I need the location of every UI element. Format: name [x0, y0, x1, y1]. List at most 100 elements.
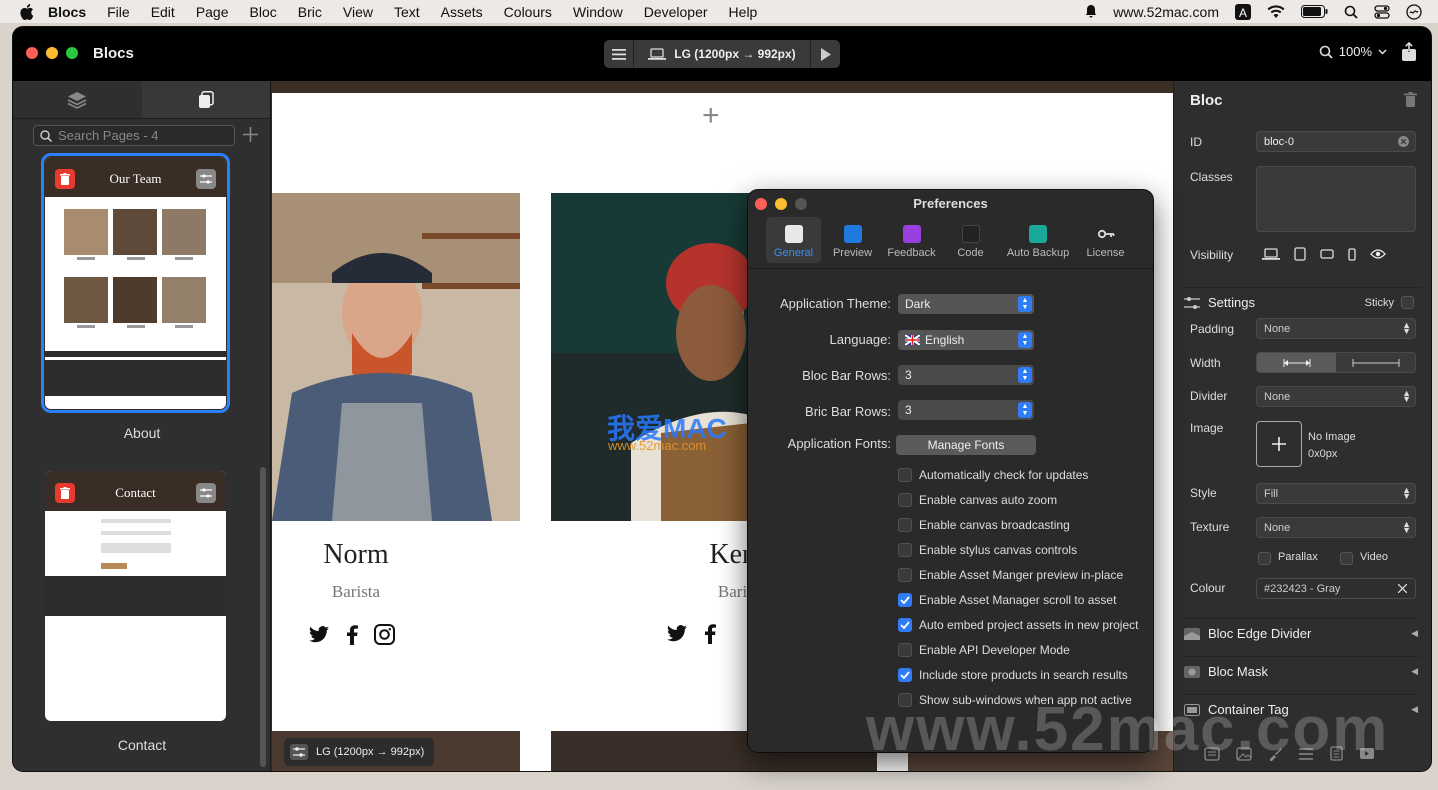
preview-play-button[interactable]: [810, 40, 840, 68]
member-name-norm[interactable]: Norm: [272, 539, 440, 571]
option-auto-embed[interactable]: Auto embed project assets in new project: [898, 618, 1138, 632]
tab-license[interactable]: License: [1078, 217, 1133, 263]
device-size-selector[interactable]: LG (1200px → 992px): [634, 40, 810, 68]
page-settings-icon[interactable]: [196, 169, 216, 189]
sticky-checkbox[interactable]: [1401, 296, 1414, 309]
desktop-visibility-icon[interactable]: [1262, 248, 1280, 260]
siri-icon[interactable]: [1406, 3, 1422, 20]
page-thumbnail-contact[interactable]: Contact: [45, 471, 226, 721]
delete-page-icon[interactable]: [55, 169, 75, 189]
apple-icon[interactable]: [20, 3, 34, 20]
option-canvas-auto-zoom[interactable]: Enable canvas auto zoom: [898, 493, 1057, 507]
option-api-developer[interactable]: Enable API Developer Mode: [898, 643, 1070, 657]
menu-file[interactable]: File: [107, 4, 130, 20]
minimize-window-button[interactable]: [46, 47, 58, 59]
tab-auto-backup[interactable]: Auto Backup: [1002, 217, 1074, 263]
team-photo-norm[interactable]: [272, 193, 520, 521]
menu-colours[interactable]: Colours: [504, 4, 552, 20]
menu-icon[interactable]: [604, 40, 634, 68]
tab-code[interactable]: Code: [943, 217, 998, 263]
colour-field[interactable]: #232423 - Gray: [1256, 578, 1416, 599]
classes-field[interactable]: [1256, 166, 1416, 232]
checkbox[interactable]: [898, 468, 912, 482]
zoom-window-button[interactable]: [66, 47, 78, 59]
phone-visibility-icon[interactable]: [1348, 247, 1356, 261]
image-well[interactable]: [1256, 421, 1302, 467]
checkbox[interactable]: [898, 543, 912, 557]
tab-feedback[interactable]: Feedback: [884, 217, 939, 263]
battery-icon[interactable]: [1301, 5, 1328, 18]
checkbox[interactable]: [898, 643, 912, 657]
width-full-option[interactable]: [1336, 353, 1415, 372]
instagram-icon[interactable]: [374, 624, 395, 648]
menu-developer[interactable]: Developer: [644, 4, 708, 20]
bloc-rows-select[interactable]: 3 ▲ ▼: [898, 365, 1034, 385]
menu-bric[interactable]: Bric: [298, 4, 322, 20]
menu-page[interactable]: Page: [196, 4, 229, 20]
clear-colour-icon[interactable]: [1398, 584, 1407, 593]
menu-assets[interactable]: Assets: [441, 4, 483, 20]
option-asset-preview[interactable]: Enable Asset Manger preview in-place: [898, 568, 1123, 582]
eye-icon[interactable]: [1370, 249, 1386, 259]
member-role-norm[interactable]: Barista: [272, 582, 440, 602]
tablet-landscape-visibility-icon[interactable]: [1320, 249, 1334, 259]
add-page-icon[interactable]: [243, 126, 258, 145]
texture-select[interactable]: None ▲ ▼: [1256, 517, 1416, 538]
page-label-about[interactable]: About: [13, 425, 271, 441]
checkbox[interactable]: [898, 568, 912, 582]
team-photo-kerry[interactable]: [551, 193, 771, 521]
menu-window[interactable]: Window: [573, 4, 623, 20]
width-contained-option[interactable]: [1257, 353, 1336, 372]
input-source-icon[interactable]: A: [1235, 3, 1251, 20]
tab-pages[interactable]: [141, 81, 270, 118]
page-settings-icon[interactable]: [196, 483, 216, 503]
tab-preview[interactable]: Preview: [825, 217, 880, 263]
page-thumbnail-about[interactable]: Our Team: [41, 153, 230, 413]
option-stylus-controls[interactable]: Enable stylus canvas controls: [898, 543, 1077, 557]
twitter-icon[interactable]: [308, 625, 330, 647]
facebook-icon[interactable]: [704, 624, 716, 647]
divider-select[interactable]: None ▲ ▼: [1256, 386, 1416, 407]
option-canvas-broadcasting[interactable]: Enable canvas broadcasting: [898, 518, 1070, 532]
zoom-control[interactable]: 100%: [1319, 44, 1387, 59]
style-select[interactable]: Fill ▲ ▼: [1256, 483, 1416, 504]
page-label-contact[interactable]: Contact: [13, 737, 271, 753]
menu-app[interactable]: Blocs: [48, 4, 86, 20]
add-bloc-icon[interactable]: +: [702, 99, 720, 133]
checkbox-checked[interactable]: [898, 668, 912, 682]
wifi-icon[interactable]: [1267, 4, 1285, 19]
delete-page-icon[interactable]: [55, 483, 75, 503]
tab-general[interactable]: General: [766, 217, 821, 263]
menu-bloc[interactable]: Bloc: [250, 4, 277, 20]
menu-help[interactable]: Help: [729, 4, 758, 20]
share-icon[interactable]: [1401, 41, 1417, 65]
checkbox[interactable]: [898, 493, 912, 507]
bric-rows-select[interactable]: 3 ▲ ▼: [898, 400, 1034, 420]
tab-layers[interactable]: [13, 81, 142, 118]
theme-select[interactable]: Dark ▲ ▼: [898, 294, 1034, 314]
twitter-icon[interactable]: [666, 625, 688, 646]
menu-view[interactable]: View: [343, 4, 373, 20]
video-checkbox[interactable]: [1340, 552, 1353, 565]
clear-icon[interactable]: [1398, 136, 1409, 147]
notification-bell-icon[interactable]: [1085, 4, 1097, 19]
spotlight-search-icon[interactable]: [1344, 5, 1358, 19]
menu-edit[interactable]: Edit: [151, 4, 175, 20]
language-select[interactable]: English ▲ ▼: [898, 330, 1034, 350]
section-bloc-edge-divider[interactable]: Bloc Edge Divider ◀: [1184, 618, 1420, 648]
close-window-button[interactable]: [26, 47, 38, 59]
checkbox[interactable]: [898, 518, 912, 532]
breakpoint-pill[interactable]: LG (1200px → 992px): [284, 738, 435, 766]
facebook-icon[interactable]: [346, 624, 358, 648]
tablet-visibility-icon[interactable]: [1294, 247, 1306, 261]
manage-fonts-button[interactable]: Manage Fonts: [896, 435, 1036, 455]
id-field[interactable]: bloc-0: [1256, 131, 1416, 152]
page-search-input[interactable]: [58, 128, 228, 143]
sidebar-scrollbar[interactable]: [260, 467, 266, 767]
option-auto-update[interactable]: Automatically check for updates: [898, 468, 1088, 482]
menu-text[interactable]: Text: [394, 4, 420, 20]
option-asset-scroll[interactable]: Enable Asset Manager scroll to asset: [898, 593, 1116, 607]
padding-select[interactable]: None ▲ ▼: [1256, 318, 1416, 339]
section-bloc-mask[interactable]: Bloc Mask ◀: [1184, 656, 1420, 686]
checkbox-checked[interactable]: [898, 593, 912, 607]
